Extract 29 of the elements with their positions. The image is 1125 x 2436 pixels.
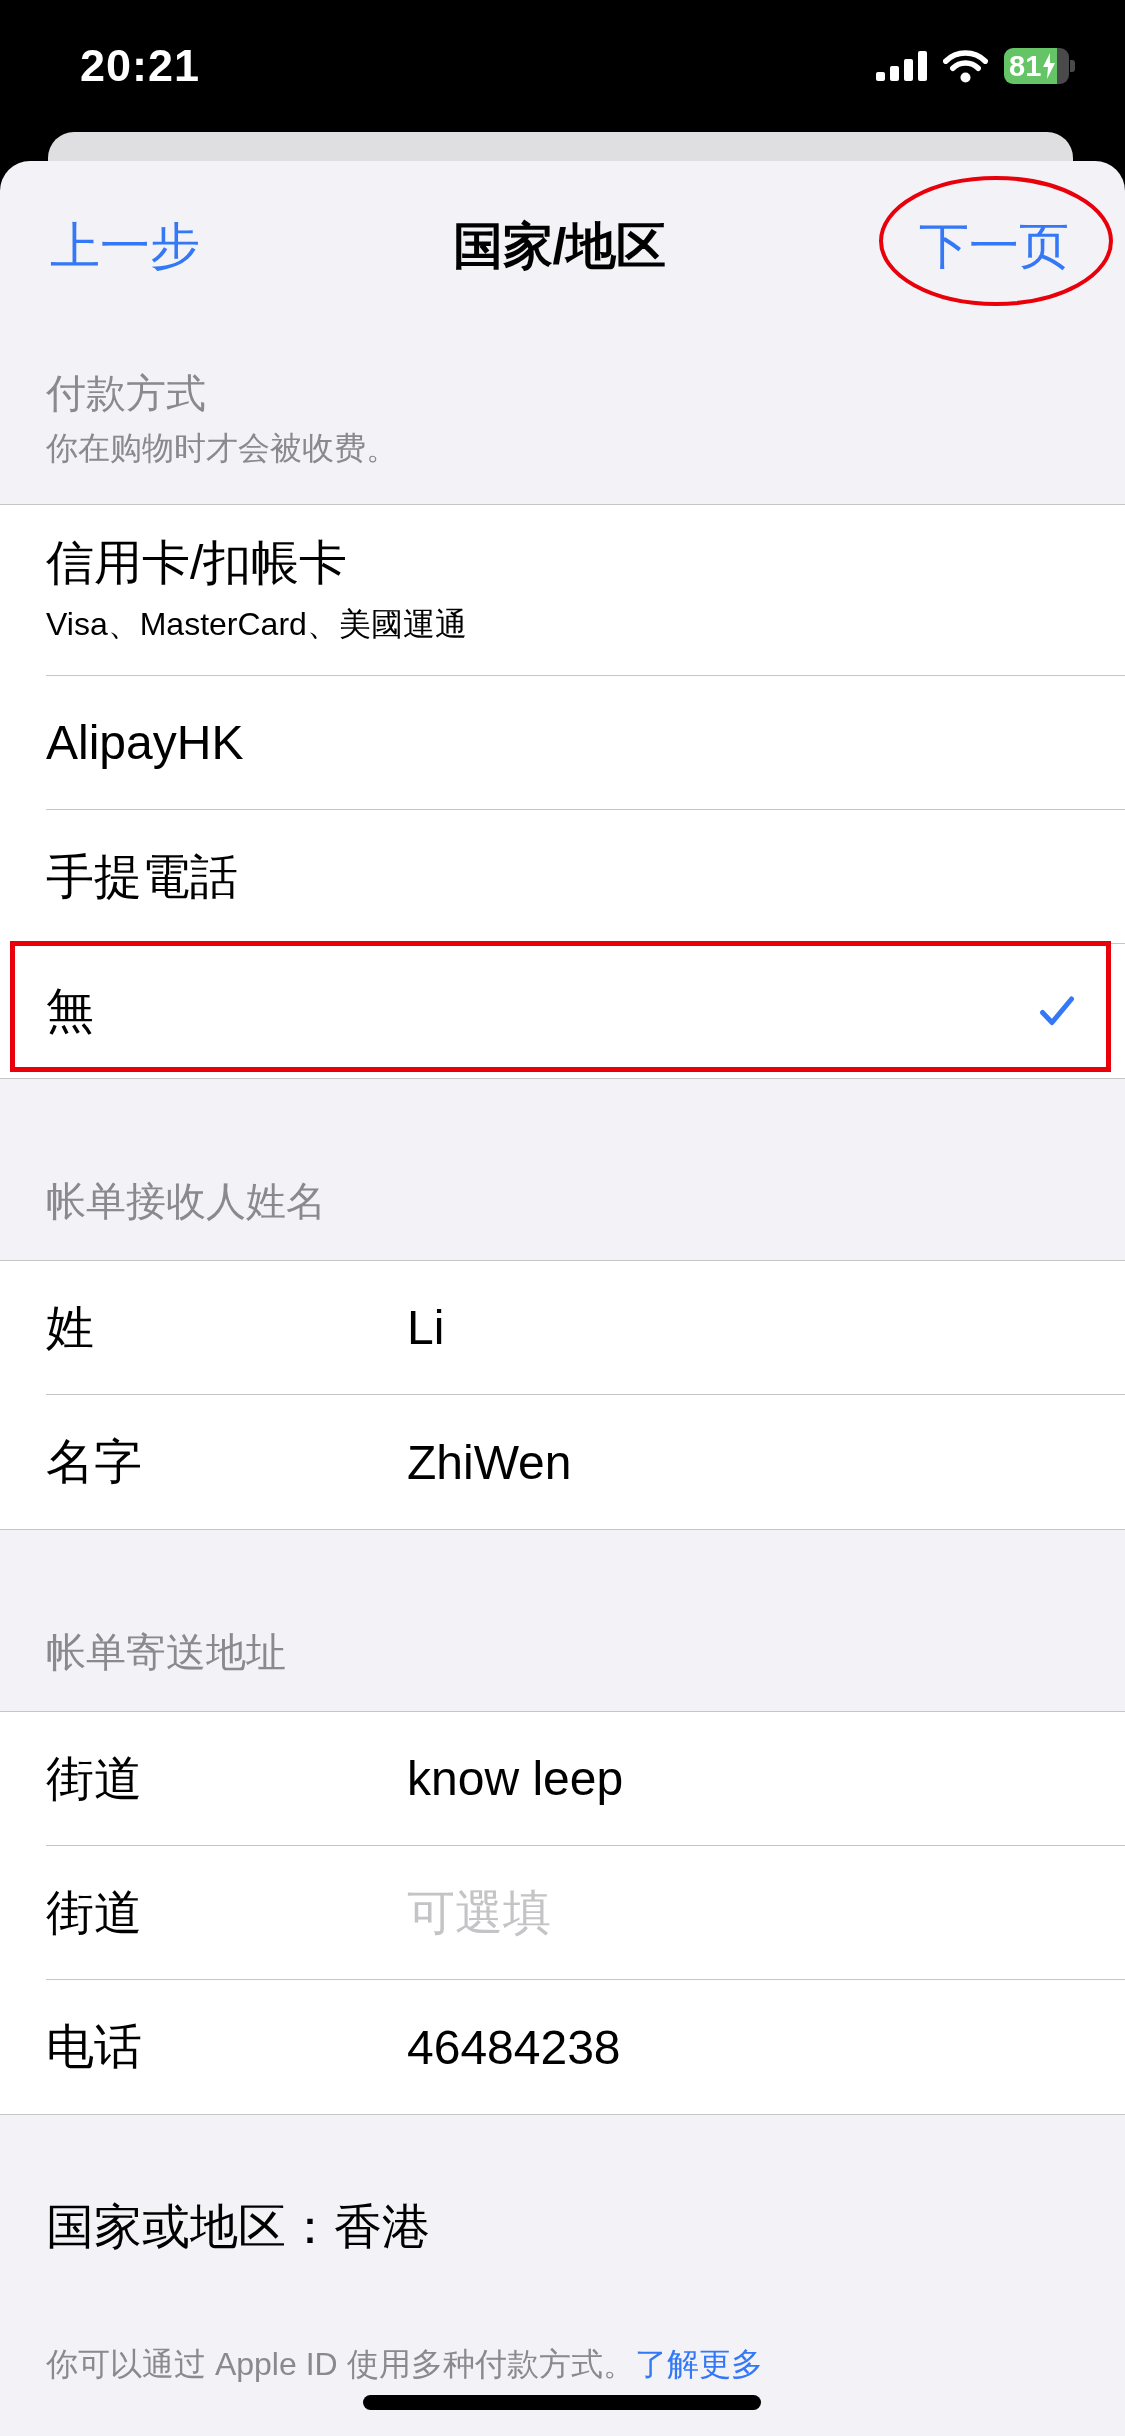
- footer-text: 你可以通过 Apple ID 使用多种付款方式。了解更多: [46, 2345, 763, 2384]
- field-label: 名字: [46, 1435, 142, 1488]
- text-field[interactable]: 46484238: [407, 2018, 1075, 2076]
- back-button[interactable]: 上一步: [50, 216, 200, 276]
- payment-option[interactable]: 無: [0, 944, 1125, 1078]
- status-time: 20:21: [80, 40, 201, 92]
- learn-more-link[interactable]: 了解更多: [634, 2346, 763, 2382]
- page-title: 国家/地区: [452, 217, 667, 276]
- field-label: 电话: [46, 2020, 142, 2073]
- signal-icon: [876, 51, 927, 81]
- text-field[interactable]: know leep: [407, 1749, 1075, 1808]
- option-detail: Visa、MasterCard、美國運通: [46, 605, 467, 644]
- field-label: 街道: [46, 1885, 142, 1939]
- battery-icon: [1004, 48, 1075, 84]
- section-note: 你在购物时才会被收费。: [46, 429, 398, 468]
- section-header: 帐单寄送地址: [46, 1629, 286, 1676]
- text-field[interactable]: Li: [407, 1298, 1075, 1357]
- payment-option[interactable]: 手提電話: [0, 810, 1125, 944]
- field-label: 街道: [46, 1751, 142, 1805]
- payment-option[interactable]: AlipayHK: [0, 676, 1125, 810]
- battery-percentage: 81: [1009, 49, 1042, 84]
- section-header: 付款方式: [46, 370, 206, 417]
- text-field[interactable]: ZhiWen: [407, 1433, 1075, 1491]
- country-text: 国家或地区：香港: [46, 2199, 430, 2255]
- section-header: 帐单接收人姓名: [46, 1178, 326, 1225]
- payment-option[interactable]: 信用卡/扣帳卡 Visa、MasterCard、美國運通: [0, 505, 1125, 676]
- text-field[interactable]: 可選填: [407, 1883, 1075, 1942]
- field-label: 姓: [46, 1300, 94, 1354]
- wifi-icon: [943, 49, 988, 83]
